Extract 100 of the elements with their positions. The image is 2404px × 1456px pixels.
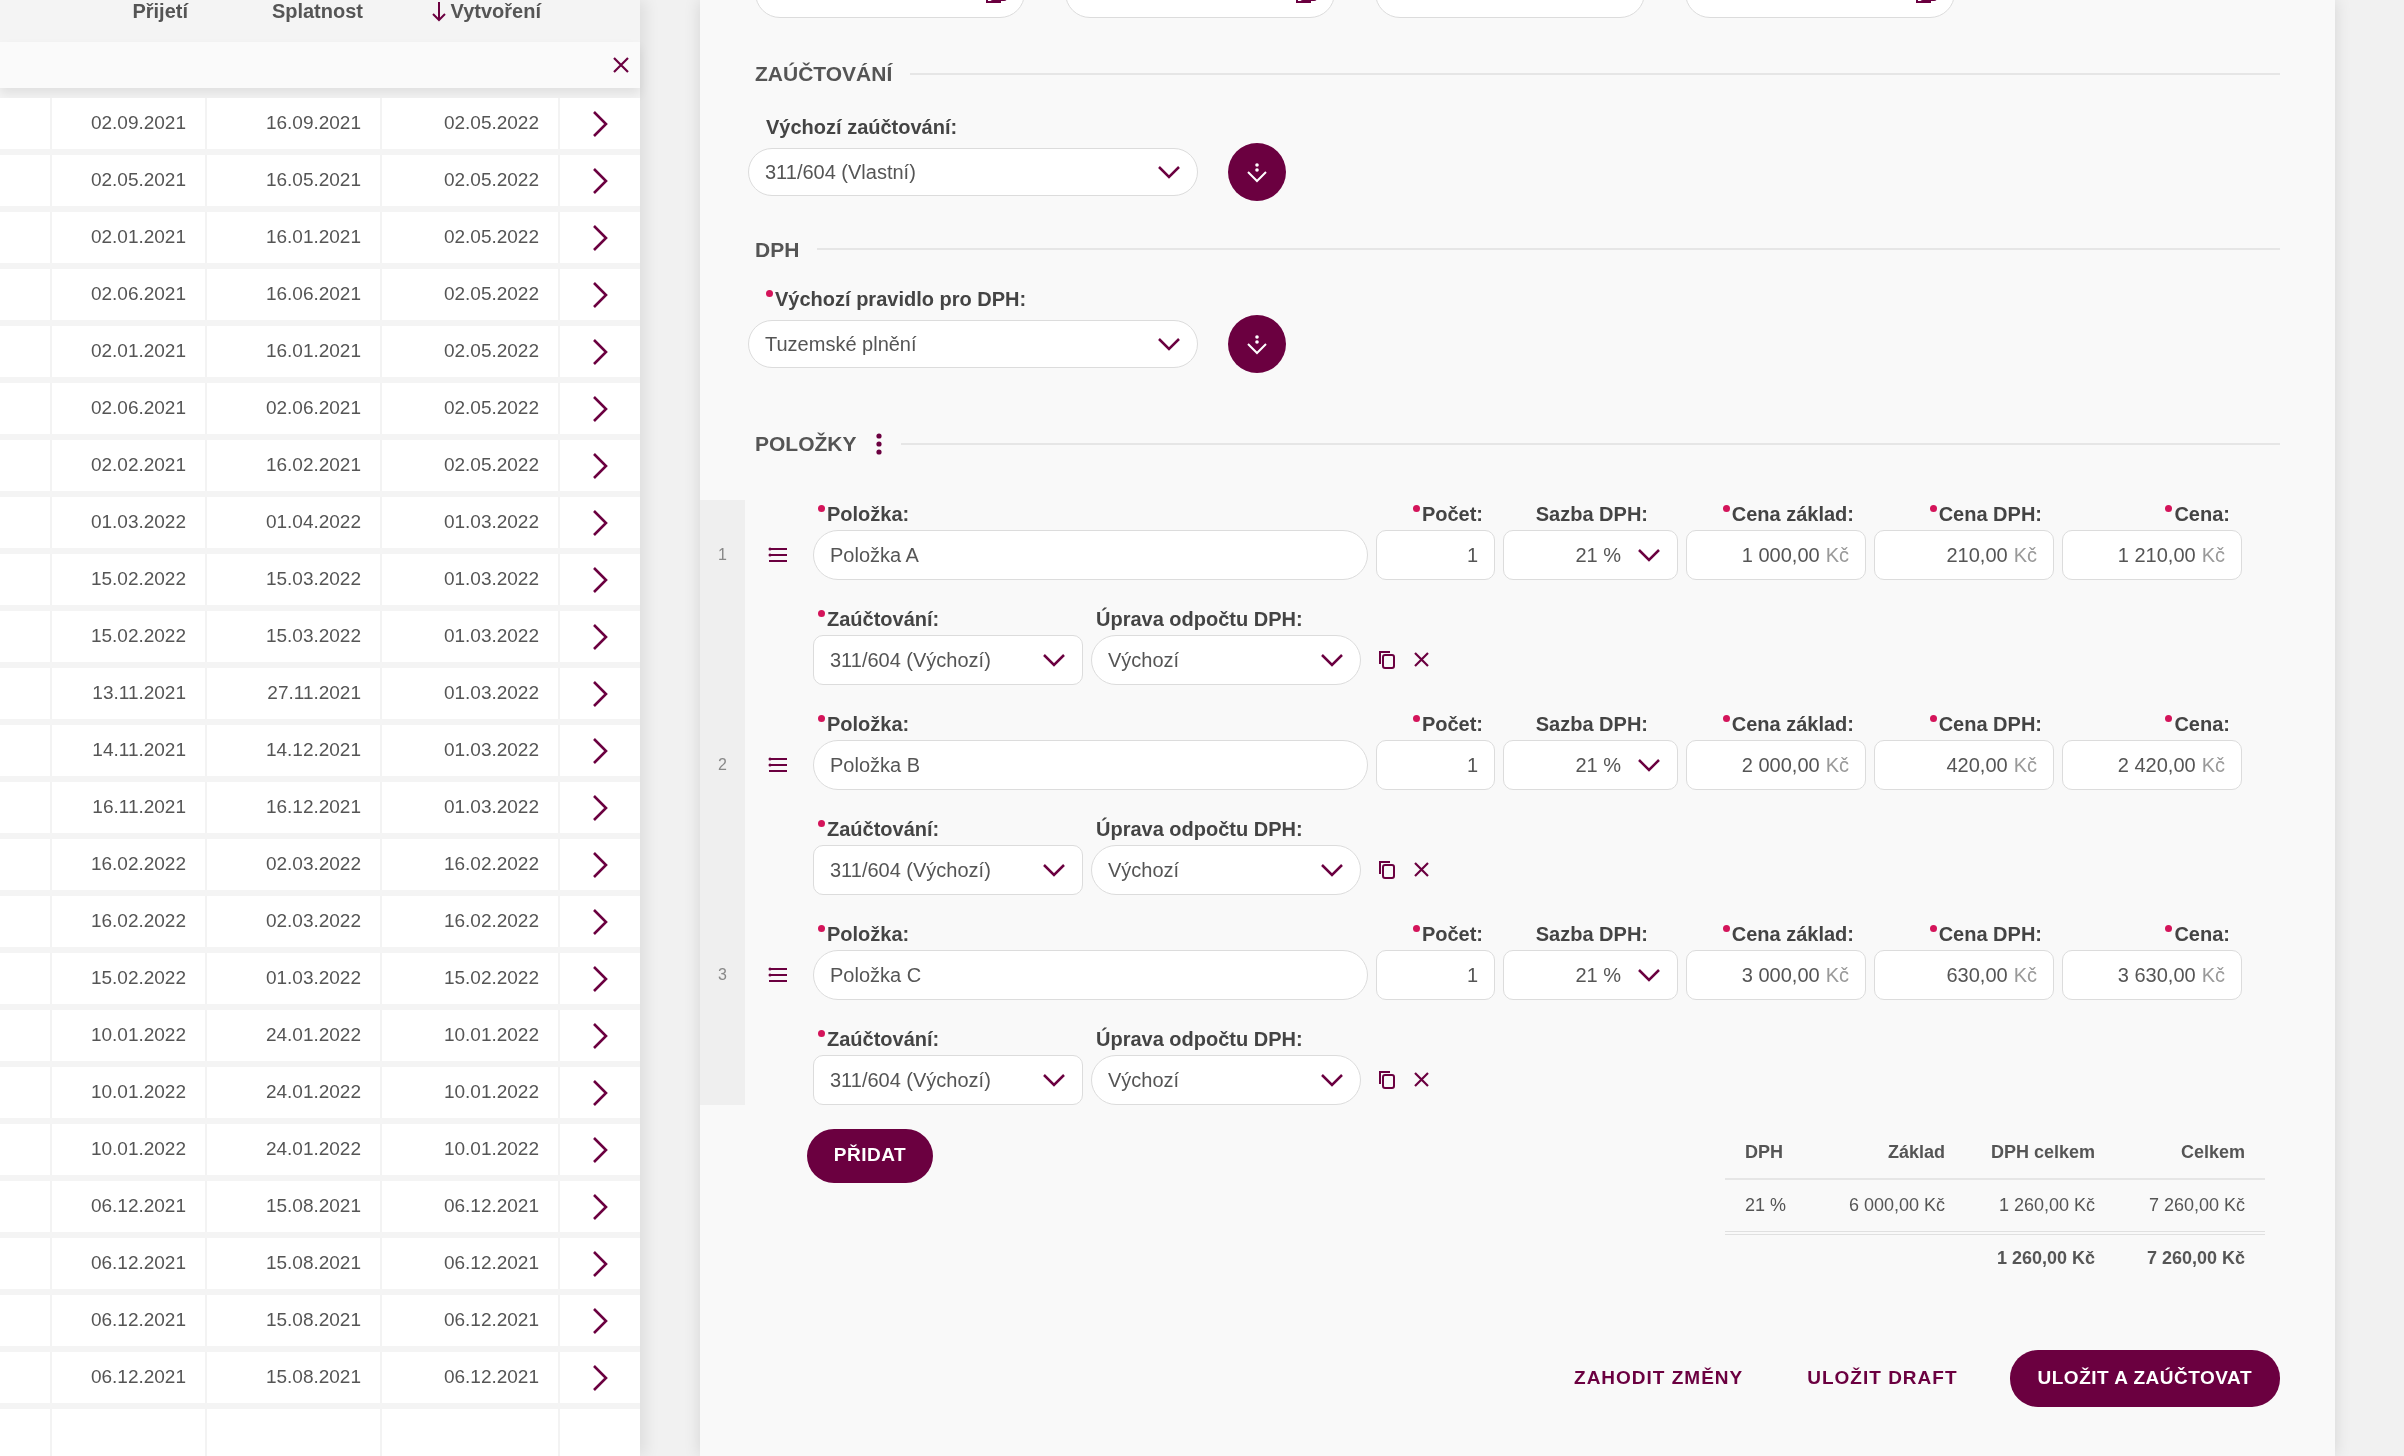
table-cell-text: 10.01.2022: [443, 1080, 539, 1105]
account-select[interactable]: 311/604 (Výchozí): [813, 844, 1083, 895]
column-header[interactable]: Splatnost: [271, 0, 363, 22]
account-select[interactable]: 311/604 (Výchozí): [813, 634, 1083, 685]
chevron-right-icon: [591, 1249, 609, 1278]
vat-rate-select[interactable]: 21 %: [1503, 949, 1678, 1000]
table-cell-text: 16.02.2021: [265, 453, 361, 478]
chevron-down-icon: [1245, 333, 1269, 355]
price-field[interactable]: 630,00 Kč: [1874, 949, 2054, 1000]
item-name-field[interactable]: Položka C: [813, 949, 1368, 1000]
price-field[interactable]: 3 630,00 Kč: [2062, 949, 2242, 1000]
chevron-right-icon: [591, 451, 609, 480]
deduction-select[interactable]: Výchozí: [1091, 1054, 1361, 1105]
table-cell-text: 16.11.2021: [92, 795, 186, 820]
price-field[interactable]: 2 000,00 Kč: [1686, 739, 1866, 790]
field-label: Položka:: [813, 499, 1368, 530]
total-cell-text: 7 260,00 Kč: [2145, 1246, 2246, 1270]
field-label: Výchozí zaúčtování:: [765, 114, 959, 139]
table-cell-text: 06.12.2021: [90, 1308, 186, 1333]
quantity-field[interactable]: 1: [1376, 949, 1495, 1000]
vat-rate-select[interactable]: 21 %: [1503, 739, 1678, 790]
price-field[interactable]: 1 210,00 Kč: [2062, 529, 2242, 580]
chevron-right-icon: [591, 1192, 609, 1221]
chevron-right-icon: [591, 280, 609, 309]
chevron-right-icon: [591, 565, 609, 594]
table-cell-text: 16.02.2022: [90, 909, 186, 934]
column-header: Základ: [1886, 1140, 1946, 1164]
table-cell-text: 6 000,00 Kč: [1847, 1193, 1946, 1217]
table-cell-text: 01.03.2022: [443, 567, 539, 592]
table-cell-text: 01.03.2022: [443, 624, 539, 649]
account-select[interactable]: 311/604 (Vlastní): [748, 147, 1198, 196]
total-cell-text: 1 260,00 Kč: [1995, 1246, 2096, 1270]
copy-button[interactable]: [1377, 859, 1397, 880]
apply-down-button[interactable]: [1228, 315, 1286, 373]
table-cell-text: 15.08.2021: [265, 1308, 361, 1333]
delete-button[interactable]: [1413, 861, 1430, 878]
table-cell-text: 02.01.2021: [90, 225, 186, 250]
field-label: Sazba DPH:: [1534, 921, 1649, 947]
table-cell-text: 01.03.2022: [265, 966, 361, 991]
deduction-select[interactable]: Výchozí: [1091, 634, 1361, 685]
chevron-right-icon: [591, 394, 609, 423]
save-post-button[interactable]: ULOŽIT A ZAÚČTOVAT: [2009, 1349, 2280, 1407]
table-cell-text: 14.11.2021: [92, 738, 186, 763]
table-cell-text: 16.06.2021: [265, 282, 361, 307]
table-cell-text: 16.05.2021: [265, 168, 361, 193]
price-field[interactable]: 420,00 Kč: [1874, 739, 2054, 790]
table-cell-text: 02.05.2022: [443, 453, 539, 478]
field-label: Cena:: [2062, 919, 2242, 950]
copy-button[interactable]: [1377, 649, 1397, 670]
field-label: Položka:: [813, 709, 1368, 740]
field-label: Cena DPH:: [1874, 499, 2054, 530]
table-cell-text: 02.01.2021: [90, 339, 186, 364]
chevron-right-icon: [591, 736, 609, 765]
table-cell-text: 15.02.2022: [90, 624, 186, 649]
table-cell-text: 01.03.2022: [443, 795, 539, 820]
section-heading: POLOŽKY: [755, 431, 857, 457]
field-label: Cena základ:: [1686, 709, 1866, 740]
price-field[interactable]: 210,00 Kč: [1874, 529, 2054, 580]
price-field[interactable]: 3 000,00 Kč: [1686, 949, 1866, 1000]
text-button[interactable]: ZAHODIT ZMĚNY: [1562, 1363, 1756, 1393]
column-header[interactable]: Vytvoření: [450, 0, 541, 22]
table-cell-text: 10.01.2022: [90, 1137, 186, 1162]
table-cell-text: 16.01.2021: [265, 339, 361, 364]
copy-button[interactable]: [1377, 1069, 1397, 1090]
column-header: Celkem: [2179, 1140, 2246, 1164]
vat-rule-select[interactable]: Tuzemské plnění: [748, 320, 1198, 368]
deduction-select[interactable]: Výchozí: [1091, 844, 1361, 895]
table-cell-text: 1 260,00 Kč: [1997, 1193, 2096, 1217]
table-cell-text: 16.01.2021: [265, 225, 361, 250]
item-name-field[interactable]: Položka B: [813, 739, 1368, 790]
account-select[interactable]: 311/604 (Výchozí): [813, 1054, 1083, 1105]
column-header[interactable]: Přijetí: [132, 0, 188, 22]
item-name-field[interactable]: Položka A: [813, 529, 1368, 580]
row-number: 1: [717, 544, 728, 565]
table-cell-text: 15.08.2021: [265, 1194, 361, 1219]
chevron-right-icon: [591, 337, 609, 366]
field-label: Výchozí pravidlo pro DPH:: [748, 287, 2280, 311]
quantity-field[interactable]: 1: [1376, 529, 1495, 580]
table-cell-text: 10.01.2022: [90, 1080, 186, 1105]
delete-button[interactable]: [1413, 651, 1430, 668]
field-label: Zaúčtování:: [813, 814, 1083, 845]
table-cell-text: 02.05.2021: [90, 168, 186, 193]
table-cell-text: 02.02.2021: [90, 453, 186, 478]
text-button[interactable]: ULOŽIT DRAFT: [1795, 1363, 1970, 1393]
vat-rate-select[interactable]: 21 %: [1503, 529, 1678, 580]
price-field[interactable]: 2 420,00 Kč: [2062, 739, 2242, 790]
copy-icon: [1377, 649, 1397, 670]
delete-button[interactable]: [1413, 1071, 1430, 1088]
price-field[interactable]: 1 000,00 Kč: [1686, 529, 1866, 580]
table-cell-text: 02.03.2022: [265, 852, 361, 877]
table-cell-text: 15.03.2022: [265, 567, 361, 592]
chevron-right-icon: [591, 850, 609, 879]
quantity-field[interactable]: 1: [1376, 739, 1495, 790]
field-label: Sazba DPH:: [1534, 711, 1649, 737]
field-label: Cena:: [2062, 499, 2242, 530]
table-cell-text: 06.12.2021: [90, 1194, 186, 1219]
chevron-right-icon: [591, 1021, 609, 1050]
apply-down-button[interactable]: [1228, 142, 1286, 201]
copy-icon: [1377, 859, 1397, 880]
add-button[interactable]: PŘIDAT: [807, 1128, 933, 1183]
